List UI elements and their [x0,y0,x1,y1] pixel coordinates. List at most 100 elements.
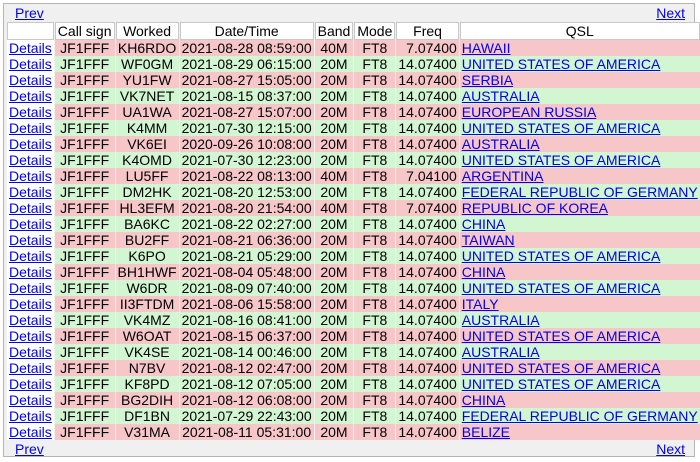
qsl-link[interactable]: AUSTRALIA [462,136,540,152]
details-link[interactable]: Details [9,168,52,184]
qsl-link[interactable]: FEDERAL REPUBLIC OF GERMANY [462,184,698,200]
qsl-link[interactable]: BELIZE [462,424,510,440]
details-link[interactable]: Details [9,248,52,264]
details-link[interactable]: Details [9,200,52,216]
qsl-link[interactable]: AUSTRALIA [462,88,540,104]
band-cell: 20M [314,56,354,72]
table-row: Details JF1FFF W6OAT 2021-08-15 06:37:00 20M… [7,328,700,344]
call-sign-cell: JF1FFF [54,72,115,88]
details-link[interactable]: Details [9,136,52,152]
datetime-cell: 2021-08-04 05:48:00 [179,264,314,280]
details-link[interactable]: Details [9,344,52,360]
worked-cell: BA6KC [115,216,179,232]
call-sign-cell: JF1FFF [54,248,115,264]
details-link[interactable]: Details [9,424,52,440]
qsl-link[interactable]: UNITED STATES OF AMERICA [462,56,661,72]
band-cell: 20M [314,264,354,280]
worked-cell: BH1HWF [115,264,179,280]
mode-cell: FT8 [354,264,396,280]
qsl-link[interactable]: UNITED STATES OF AMERICA [462,152,661,168]
table-row: Details JF1FFF HL3EFM 2021-08-20 21:54:00 40… [7,200,700,216]
qsl-link[interactable]: UNITED STATES OF AMERICA [462,248,661,264]
datetime-cell: 2020-09-26 10:08:00 [179,136,314,152]
details-link-cell: Details [7,248,54,264]
details-link[interactable]: Details [9,152,52,168]
details-link-cell: Details [7,408,54,424]
details-link[interactable]: Details [9,392,52,408]
details-link[interactable]: Details [9,56,52,72]
qsl-link[interactable]: UNITED STATES OF AMERICA [462,280,661,296]
details-link[interactable]: Details [9,376,52,392]
qsl-link[interactable]: TAIWAN [462,232,515,248]
next-link-bottom[interactable]: Next [656,441,685,457]
call-sign-cell: JF1FFF [54,104,115,120]
details-link-cell: Details [7,200,54,216]
table-row: Details JF1FFF K4OMD 2021-07-30 12:23:00 20M… [7,152,700,168]
qsl-link[interactable]: EUROPEAN RUSSIA [462,104,597,120]
mode-cell: FT8 [354,344,396,360]
qsl-link[interactable]: CHINA [462,264,506,280]
header-qsl: QSL [459,22,700,40]
worked-cell: VK4SE [115,344,179,360]
details-link[interactable]: Details [9,312,52,328]
qsl-link[interactable]: SERBIA [462,72,513,88]
qsl-link[interactable]: ITALY [462,296,499,312]
qsl-link[interactable]: UNITED STATES OF AMERICA [462,328,661,344]
qsl-link[interactable]: ARGENTINA [462,168,544,184]
freq-cell: 14.07400 [396,408,459,424]
details-link[interactable]: Details [9,360,52,376]
qsl-link[interactable]: HAWAII [462,40,511,56]
call-sign-cell: JF1FFF [54,120,115,136]
details-link[interactable]: Details [9,408,52,424]
details-link[interactable]: Details [9,40,52,56]
datetime-cell: 2021-08-20 12:53:00 [179,184,314,200]
call-sign-cell: JF1FFF [54,56,115,72]
details-link[interactable]: Details [9,104,52,120]
bottom-pagination: Prev Next [4,440,694,458]
worked-cell: VK6EI [115,136,179,152]
freq-cell: 7.07400 [396,200,459,216]
qsl-link[interactable]: CHINA [462,216,506,232]
qsl-link[interactable]: UNITED STATES OF AMERICA [462,360,661,376]
details-link-cell: Details [7,424,54,440]
qsl-link[interactable]: UNITED STATES OF AMERICA [462,120,661,136]
freq-cell: 14.07400 [396,248,459,264]
qsl-link[interactable]: AUSTRALIA [462,312,540,328]
qsl-link[interactable]: AUSTRALIA [462,344,540,360]
table-row: Details JF1FFF VK6EI 2020-09-26 10:08:00 20M… [7,136,700,152]
table-row: Details JF1FFF VK7NET 2021-08-15 08:37:00 20… [7,88,700,104]
details-link[interactable]: Details [9,280,52,296]
call-sign-cell: JF1FFF [54,200,115,216]
qsl-link-cell: AUSTRALIA [459,344,700,360]
prev-link-bottom[interactable]: Prev [15,441,44,457]
qsl-link-cell: AUSTRALIA [459,88,700,104]
band-cell: 20M [314,296,354,312]
details-link[interactable]: Details [9,328,52,344]
qsl-link[interactable]: REPUBLIC OF KOREA [462,200,608,216]
qsl-link[interactable]: FEDERAL REPUBLIC OF GERMANY [462,408,698,424]
call-sign-cell: JF1FFF [54,40,115,56]
details-link-cell: Details [7,152,54,168]
details-link[interactable]: Details [9,264,52,280]
qsl-link-cell: AUSTRALIA [459,136,700,152]
next-link-top[interactable]: Next [656,5,685,21]
qsl-link-cell: AUSTRALIA [459,312,700,328]
call-sign-cell: JF1FFF [54,344,115,360]
mode-cell: FT8 [354,216,396,232]
details-link[interactable]: Details [9,72,52,88]
band-cell: 20M [314,104,354,120]
mode-cell: FT8 [354,296,396,312]
qsl-link[interactable]: UNITED STATES OF AMERICA [462,376,661,392]
details-link[interactable]: Details [9,216,52,232]
details-link[interactable]: Details [9,88,52,104]
worked-cell: KF8PD [115,376,179,392]
qsl-link[interactable]: CHINA [462,392,506,408]
details-link[interactable]: Details [9,184,52,200]
details-link[interactable]: Details [9,120,52,136]
details-link-cell: Details [7,328,54,344]
details-link[interactable]: Details [9,232,52,248]
prev-link-top[interactable]: Prev [15,5,44,21]
details-link[interactable]: Details [9,296,52,312]
mode-cell: FT8 [354,232,396,248]
datetime-cell: 2021-08-15 06:37:00 [179,328,314,344]
